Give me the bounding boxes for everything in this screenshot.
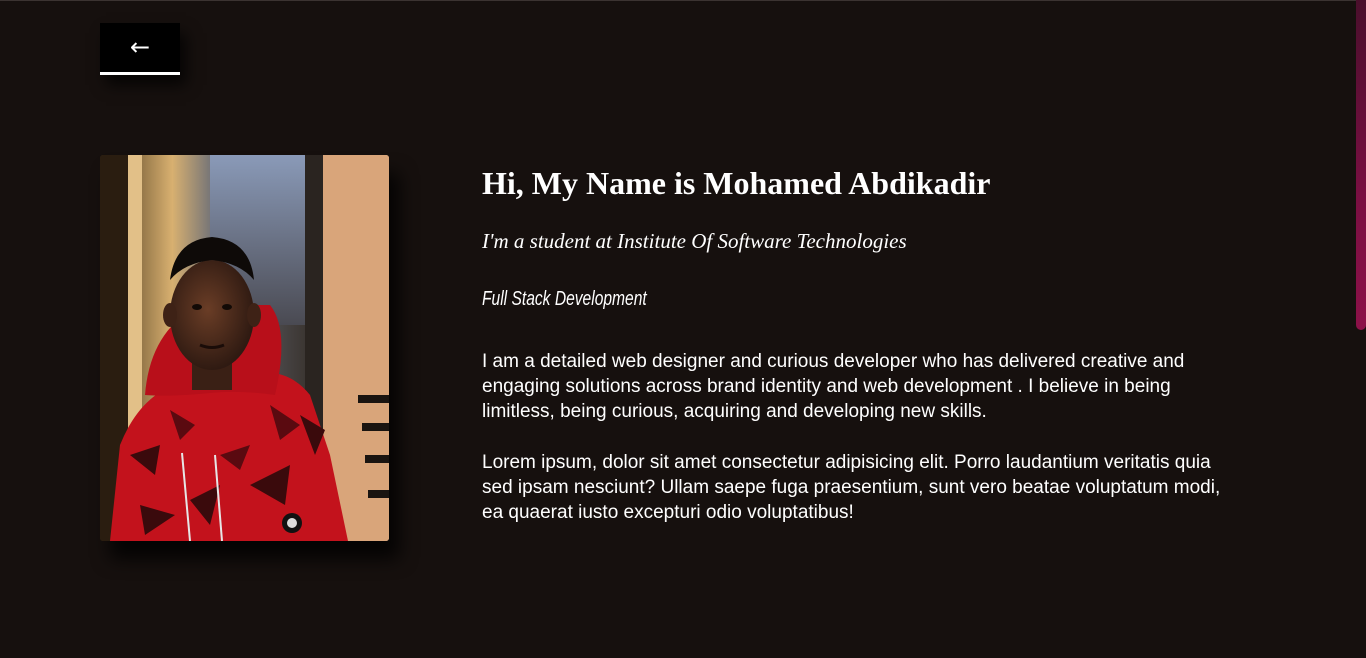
profile-photo xyxy=(100,155,389,541)
top-border xyxy=(0,0,1366,1)
specialty-label: Full Stack Development xyxy=(482,288,647,310)
page-title: Hi, My Name is Mohamed Abdikadir xyxy=(482,165,991,201)
bio-paragraph: Lorem ipsum, dolor sit amet consectetur … xyxy=(482,452,1221,523)
profile-content: Hi, My Name is Mohamed Abdikadir I'm a s… xyxy=(482,160,1262,523)
back-button[interactable]: ← xyxy=(100,23,180,75)
back-button-underline xyxy=(100,72,180,75)
scrollbar-thumb[interactable] xyxy=(1356,0,1366,330)
scrollbar[interactable] xyxy=(1356,0,1366,658)
left-arrow-icon: ← xyxy=(129,33,151,61)
bio-paragraph: I am a detailed web designer and curious… xyxy=(482,351,1185,422)
subtitle: I'm a student at Institute Of Software T… xyxy=(482,229,907,253)
